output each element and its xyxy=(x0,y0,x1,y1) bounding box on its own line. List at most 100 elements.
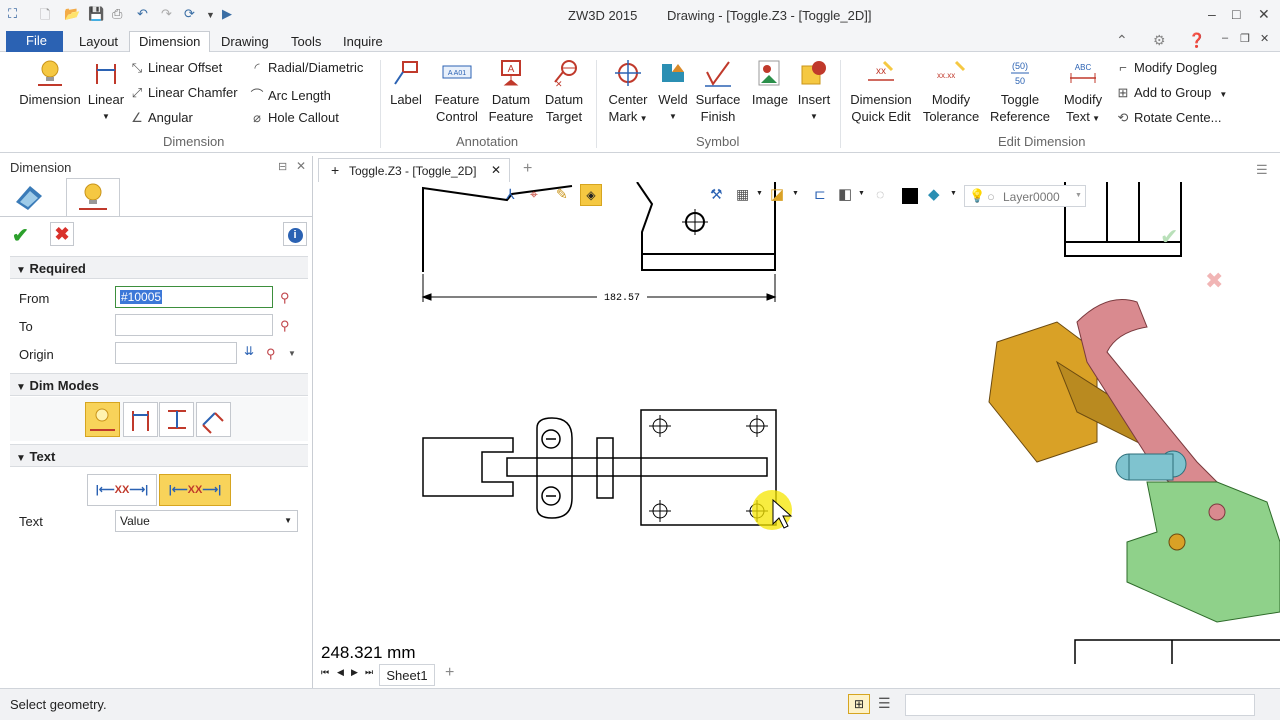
doc-restore-icon[interactable]: ❐ xyxy=(1240,32,1250,45)
weld-dropdown-icon[interactable]: ▼ xyxy=(654,108,692,125)
angular-button[interactable]: ∠ Angular xyxy=(130,110,193,126)
text-section[interactable]: ▼ Text xyxy=(10,444,308,467)
highlight-icon[interactable]: ◈ xyxy=(580,184,602,206)
render-dropdown-icon[interactable]: ▼ xyxy=(858,190,865,197)
tab-layout[interactable]: Layout xyxy=(70,33,127,52)
from-pick-icon[interactable]: ⚲ xyxy=(280,290,290,306)
document-tab[interactable]: + Toggle.Z3 - [Toggle_2D] ✕ xyxy=(318,158,510,182)
insert-dropdown-icon[interactable]: ▼ xyxy=(794,108,834,125)
layer-cube-icon[interactable]: ◆ xyxy=(928,185,940,203)
ok-check-icon[interactable]: ✔ xyxy=(12,223,29,248)
image-button[interactable]: Image xyxy=(748,58,792,108)
tab-tools[interactable]: Tools xyxy=(282,33,330,52)
ghost-check-icon[interactable]: ✔ xyxy=(1160,224,1178,249)
linear-chamfer-button[interactable]: ⤢ Linear Chamfer xyxy=(130,85,238,101)
dimension-text[interactable]: 182.57 xyxy=(604,293,640,304)
cancel-x-icon[interactable]: ✖ xyxy=(50,222,74,246)
insert-button[interactable]: Insert ▼ xyxy=(794,58,834,125)
text-select[interactable]: Value ▼ xyxy=(115,510,298,532)
label-button[interactable]: Label xyxy=(386,58,426,108)
section-icon[interactable]: ⊏ xyxy=(814,186,826,203)
collapse-ribbon-icon[interactable]: ⌃ xyxy=(1116,32,1128,49)
rotate-center-button[interactable]: ⟲ Rotate Cente... xyxy=(1116,110,1222,126)
new-file-icon[interactable]: 🗋 xyxy=(40,6,50,28)
grid-icon[interactable]: ▦ xyxy=(736,186,749,203)
modify-tolerance-button[interactable]: xx.xx Modify Tolerance xyxy=(920,58,982,125)
panel-pin-icon[interactable]: ⊟ xyxy=(278,160,287,173)
center-mark-button[interactable]: Center Mark ▼ xyxy=(604,58,652,127)
redo-icon[interactable]: ↷ xyxy=(161,6,172,22)
to-pick-icon[interactable]: ⚲ xyxy=(280,318,290,334)
help-icon[interactable]: ❓ xyxy=(1188,32,1205,49)
weld-button[interactable]: Weld ▼ xyxy=(654,58,692,125)
minimize-icon[interactable]: – xyxy=(1208,6,1216,22)
command-input[interactable] xyxy=(905,694,1255,716)
dim-modes-section[interactable]: ▼ Dim Modes xyxy=(10,373,308,396)
doc-minimize-icon[interactable]: – xyxy=(1222,32,1228,44)
tab-list-icon[interactable]: ☰ xyxy=(1256,162,1268,178)
mode-auto-button[interactable] xyxy=(85,402,120,437)
sheet-last-icon[interactable]: ⏭ xyxy=(365,667,373,678)
datum-feature-button[interactable]: A Datum Feature xyxy=(486,58,536,125)
filter-icon[interactable]: ⌖ xyxy=(530,186,538,203)
add-sheet-icon[interactable]: + xyxy=(445,664,454,682)
dimension-quick-edit-button[interactable]: xx Dimension Quick Edit xyxy=(846,58,916,125)
modify-text-button[interactable]: ABC Modify Text ▼ xyxy=(1058,58,1108,127)
feature-control-button[interactable]: A A01 Feature Control xyxy=(430,58,484,125)
add-group-dropdown-icon[interactable]: ▼ xyxy=(1219,90,1227,99)
play-icon[interactable]: ▶ xyxy=(222,6,232,22)
mode-aligned-button[interactable] xyxy=(196,402,231,437)
panel-tab-dimension[interactable] xyxy=(66,178,120,216)
dimension-button[interactable]: Dimension xyxy=(14,58,86,108)
hole-callout-button[interactable]: ⌀ Hole Callout xyxy=(250,110,339,126)
tab-inquire[interactable]: Inquire xyxy=(334,33,392,52)
tab-dimension[interactable]: Dimension xyxy=(129,31,211,53)
document-tab-close-icon[interactable]: ✕ xyxy=(491,163,501,177)
sheet-first-icon[interactable]: ⏮ xyxy=(321,667,329,678)
datum-target-button[interactable]: ✕ Datum Target xyxy=(538,58,590,125)
modify-text-dropdown-icon[interactable]: ▼ xyxy=(1090,114,1100,123)
regen-icon[interactable]: ⟳ xyxy=(184,6,195,22)
radial-diametric-button[interactable]: ◜ Radial/Diametric xyxy=(250,60,363,76)
layer-dropdown-icon[interactable]: ▼ xyxy=(950,190,957,197)
grid-dropdown-icon[interactable]: ▼ xyxy=(756,190,763,197)
pick-filter-icon[interactable]: ⅄ xyxy=(506,186,515,203)
brush-icon[interactable]: ✎ xyxy=(556,186,568,203)
shading-dropdown-icon[interactable]: ▼ xyxy=(792,190,799,197)
mode-horizontal-button[interactable] xyxy=(123,402,158,437)
maximize-icon[interactable]: □ xyxy=(1232,6,1240,22)
dotted-circle-icon[interactable]: ◌ xyxy=(876,186,884,202)
to-field[interactable] xyxy=(115,314,273,336)
center-mark-dropdown-icon[interactable]: ▼ xyxy=(637,114,648,123)
arc-length-button[interactable]: ⌒ Arc Length xyxy=(250,85,330,104)
info-icon[interactable]: i xyxy=(283,222,307,246)
status-list-icon[interactable]: ☰ xyxy=(878,695,891,712)
qa-dropdown-icon[interactable]: ▼ xyxy=(206,10,215,20)
render-icon[interactable]: ◧ xyxy=(838,185,852,203)
tab-drawing[interactable]: Drawing xyxy=(212,33,278,52)
origin-dropdown-icon[interactable]: ▼ xyxy=(288,349,296,358)
settings-gear-icon[interactable]: ⚙ xyxy=(1153,32,1166,49)
print-icon[interactable]: ⎙ xyxy=(112,6,122,22)
linear-button[interactable]: Linear ▼ xyxy=(86,58,126,125)
save-icon[interactable]: 💾 xyxy=(88,6,104,22)
file-menu[interactable]: File xyxy=(6,31,63,52)
new-tab-icon[interactable]: + xyxy=(523,160,532,178)
wand-icon[interactable]: ⚒ xyxy=(710,186,723,203)
ghost-cancel-icon[interactable]: ✖ xyxy=(1205,268,1223,293)
sheet-prev-icon[interactable]: ◀ xyxy=(337,667,344,678)
add-to-group-button[interactable]: ⊞ Add to Group ▼ xyxy=(1116,85,1228,101)
drawing-canvas[interactable]: 182.57 ✔ ✖ 248.321 mm xyxy=(317,182,1280,664)
mode-vertical-button[interactable] xyxy=(159,402,194,437)
close-icon[interactable]: ✕ xyxy=(1258,6,1270,23)
surface-finish-button[interactable]: Surface Finish xyxy=(694,58,742,125)
linear-dropdown-icon[interactable]: ▼ xyxy=(86,108,126,125)
text-inline-button[interactable]: |⟵XX⟶| xyxy=(159,474,231,506)
color-swatch[interactable] xyxy=(902,188,918,204)
origin-pick-icon[interactable]: ⚲ xyxy=(266,346,276,362)
shading-icon[interactable]: ◪ xyxy=(770,185,784,203)
modify-dogleg-button[interactable]: ⌐ Modify Dogleg xyxy=(1116,60,1217,75)
layer-select[interactable]: 💡 ○ Layer0000 ▼ xyxy=(964,185,1086,207)
origin-field[interactable] xyxy=(115,342,237,364)
from-field[interactable]: #10005 xyxy=(115,286,273,308)
